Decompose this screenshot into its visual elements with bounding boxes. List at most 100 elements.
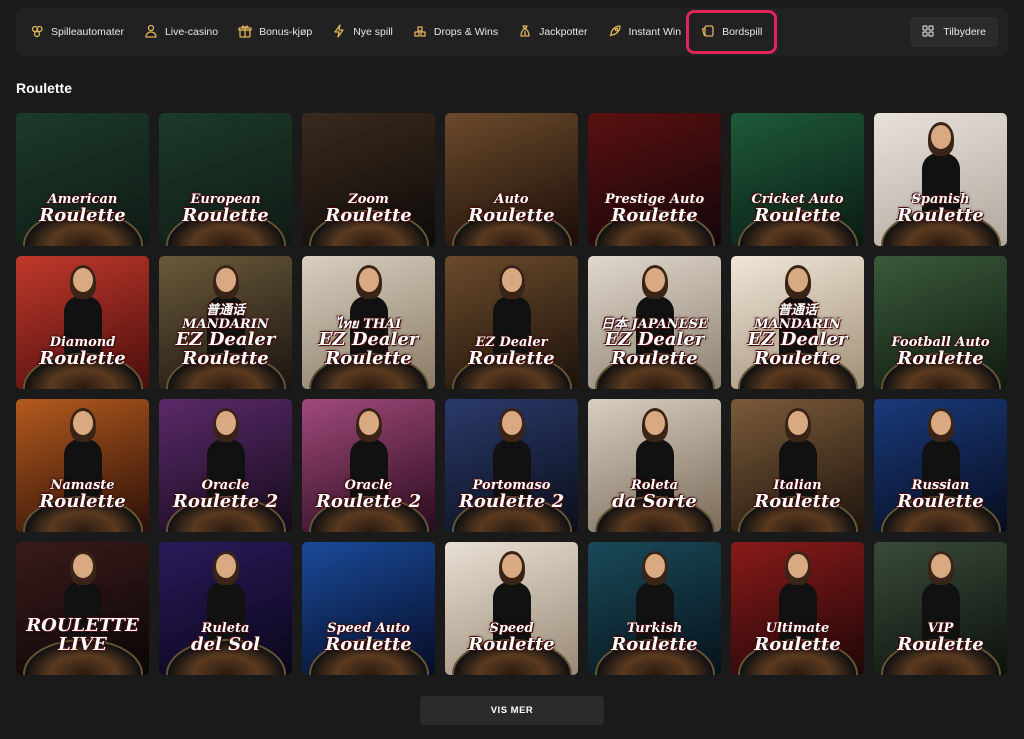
game-tile[interactable]: ไทย THAI EZ Dealer Roulette (302, 256, 435, 389)
cards-icon (701, 24, 715, 41)
tab-label: Live-casino (164, 26, 219, 38)
game-logo: Turkish Roulette (605, 620, 703, 657)
game-logo-line2: Roulette (611, 634, 698, 656)
game-tile[interactable]: Diamond Roulette (16, 256, 149, 389)
game-logo: Speed Roulette (462, 620, 560, 657)
game-tile[interactable]: Russian Roulette (874, 399, 1007, 532)
tab-label: Drops & Wins (433, 26, 499, 38)
game-logo-line2: EZ Dealer Roulette (318, 329, 419, 370)
tab-label: Bordspill (722, 26, 763, 38)
game-logo-line2: Roulette 2 (315, 491, 422, 513)
slots-icon (30, 24, 44, 41)
game-logo-line2: Roulette (39, 205, 126, 227)
game-tile[interactable]: 普通话 MANDARIN EZ Dealer Roulette (731, 256, 864, 389)
game-logo-line2: Roulette (897, 348, 984, 370)
game-tile[interactable]: European Roulette (159, 113, 292, 246)
game-logo: Diamond Roulette (33, 334, 131, 371)
game-tile[interactable]: VIP Roulette (874, 542, 1007, 675)
money-bag-icon (518, 24, 532, 41)
live-dealer-icon (144, 24, 158, 41)
game-tile[interactable]: Roleta da Sorte (588, 399, 721, 532)
tab-label: Instant Win (628, 26, 682, 38)
category-navbar: Spilleautomater Live-casino Bonus-kjøp Nye … (16, 8, 1008, 56)
gift-box-icon (238, 24, 252, 41)
game-tile[interactable]: Oracle Roulette 2 (302, 399, 435, 532)
game-tile[interactable]: Speed Auto Roulette (302, 542, 435, 675)
game-logo: Cricket Auto Roulette (745, 191, 849, 228)
tab-label: Bonus-kjøp (259, 26, 313, 38)
game-logo-line2: Roulette (754, 491, 841, 513)
game-tile[interactable]: Ruleta del Sol (159, 542, 292, 675)
game-tile[interactable]: Ultimate Roulette (731, 542, 864, 675)
game-logo: Portomaso Roulette 2 (453, 477, 570, 514)
tab-label: Nye spill (353, 26, 393, 38)
game-tile[interactable]: Spanish Roulette (874, 113, 1007, 246)
tab-label: Jackpotter (539, 26, 588, 38)
game-logo-line2: Roulette (897, 634, 984, 656)
game-logo-line1: 普通话 MANDARIN (182, 302, 269, 332)
tab-spilleautomater[interactable]: Spilleautomater (20, 15, 134, 49)
game-tile[interactable]: Speed Roulette (445, 542, 578, 675)
game-logo-line2: Roulette (325, 205, 412, 227)
game-logo-line2: EZ Dealer Roulette (604, 329, 705, 370)
game-logo-line2: da Sorte (612, 491, 697, 513)
load-more-button[interactable]: VIS MER (420, 696, 604, 725)
game-logo-line2: Roulette (468, 205, 555, 227)
game-tile[interactable]: EZ Dealer Roulette (445, 256, 578, 389)
game-tile[interactable]: Turkish Roulette (588, 542, 721, 675)
game-logo-line2: del Sol (191, 634, 260, 656)
game-tile[interactable]: Oracle Roulette 2 (159, 399, 292, 532)
game-tile[interactable]: 日本 JAPANESE EZ Dealer Roulette (588, 256, 721, 389)
game-logo-line2: Roulette (468, 348, 555, 370)
game-logo: Roleta da Sorte (606, 477, 703, 514)
game-logo: Russian Roulette (891, 477, 989, 514)
game-logo-line2: Roulette (754, 634, 841, 656)
game-logo: Ruleta del Sol (185, 620, 266, 657)
game-tile[interactable]: American Roulette (16, 113, 149, 246)
game-tile[interactable]: Portomaso Roulette 2 (445, 399, 578, 532)
lightning-icon (332, 23, 346, 41)
game-logo: 普通话 MANDARIN EZ Dealer Roulette (159, 302, 292, 371)
game-logo: Oracle Roulette 2 (310, 477, 427, 514)
tab-instant-win[interactable]: Instant Win (598, 15, 692, 49)
game-logo-line2: EZ Dealer Roulette (747, 329, 848, 370)
game-logo: VIP Roulette (891, 620, 989, 657)
tab-drops-wins[interactable]: Drops & Wins (403, 15, 508, 49)
game-grid: American Roulette European Roulette Zoom Roul… (16, 113, 1007, 675)
game-logo: 普通话 MANDARIN EZ Dealer Roulette (731, 302, 864, 371)
game-logo: ROULETTE LIVE (16, 615, 149, 657)
section-title: Roulette (16, 80, 72, 96)
game-logo: Italian Roulette (748, 477, 846, 514)
tab-live-casino[interactable]: Live-casino (134, 15, 228, 49)
game-logo: American Roulette (33, 191, 131, 228)
game-tile[interactable]: Auto Roulette (445, 113, 578, 246)
game-tile[interactable]: Italian Roulette (731, 399, 864, 532)
tab-jackpotter[interactable]: Jackpotter (508, 15, 597, 49)
game-logo-line2: ROULETTE LIVE (26, 615, 139, 656)
game-tile[interactable]: Football Auto Roulette (874, 256, 1007, 389)
game-logo: Oracle Roulette 2 (167, 477, 284, 514)
tab-bonus-kjøp[interactable]: Bonus-kjøp (228, 15, 322, 49)
game-logo-line2: Roulette (611, 205, 698, 227)
game-logo-line2: Roulette (182, 205, 269, 227)
game-tile[interactable]: 普通话 MANDARIN EZ Dealer Roulette (159, 256, 292, 389)
game-logo-line1: 普通话 MANDARIN (754, 302, 841, 332)
tab-bordspill[interactable]: Bordspill (686, 10, 778, 54)
providers-button[interactable]: Tilbydere (910, 17, 998, 47)
game-logo-line2: Roulette 2 (172, 491, 279, 513)
tab-label: Spilleautomater (51, 26, 124, 38)
game-logo-line2: Roulette (897, 205, 984, 227)
drops-icon (413, 24, 427, 41)
game-logo: Namaste Roulette (33, 477, 131, 514)
game-tile[interactable]: Prestige Auto Roulette (588, 113, 721, 246)
game-logo: Spanish Roulette (891, 191, 989, 228)
game-logo: Zoom Roulette (319, 191, 417, 228)
rocket-icon (608, 24, 622, 41)
game-tile[interactable]: ROULETTE LIVE (16, 542, 149, 675)
game-tile[interactable]: Zoom Roulette (302, 113, 435, 246)
tab-nye-spill[interactable]: Nye spill (322, 15, 403, 49)
game-tile[interactable]: Namaste Roulette (16, 399, 149, 532)
game-logo: Auto Roulette (462, 191, 560, 228)
game-logo-line2: Roulette (468, 634, 555, 656)
game-tile[interactable]: Cricket Auto Roulette (731, 113, 864, 246)
